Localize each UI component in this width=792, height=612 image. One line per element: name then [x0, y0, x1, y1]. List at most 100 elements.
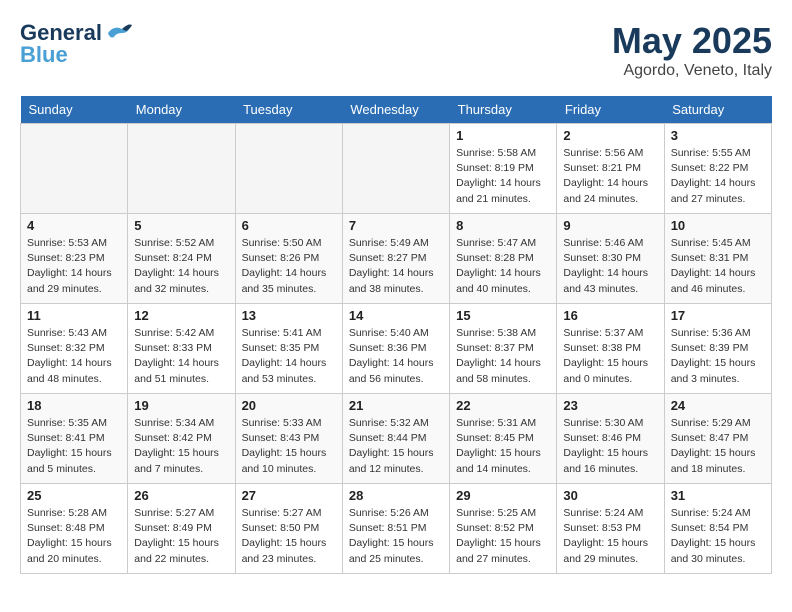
- calendar-cell: 20 Sunrise: 5:33 AM Sunset: 8:43 PM Dayli…: [235, 394, 342, 484]
- day-number: 6: [242, 218, 336, 233]
- day-info: Sunrise: 5:31 AM Sunset: 8:45 PM Dayligh…: [456, 416, 550, 477]
- day-number: 15: [456, 308, 550, 323]
- calendar-cell: 25 Sunrise: 5:28 AM Sunset: 8:48 PM Dayli…: [21, 484, 128, 574]
- day-number: 25: [27, 488, 121, 503]
- calendar-row-1: 4Sunrise: 5:53 AM Sunset: 8:23 PM Daylig…: [21, 214, 772, 304]
- calendar-cell: 24Sunrise: 5:29 AM Sunset: 8:47 PM Dayli…: [664, 394, 771, 484]
- day-number: 7: [349, 218, 443, 233]
- day-info: Sunrise: 5:58 AM Sunset: 8:19 PM Dayligh…: [456, 146, 550, 207]
- day-info: Sunrise: 5:42 AM Sunset: 8:33 PM Dayligh…: [134, 326, 228, 387]
- day-number: 16: [563, 308, 657, 323]
- calendar-cell: 15 Sunrise: 5:38 AM Sunset: 8:37 PM Dayli…: [450, 304, 557, 394]
- weekday-header-sunday: Sunday: [21, 96, 128, 124]
- day-number: 9: [563, 218, 657, 233]
- calendar-row-4: 25 Sunrise: 5:28 AM Sunset: 8:48 PM Dayli…: [21, 484, 772, 574]
- calendar-cell: 23Sunrise: 5:30 AM Sunset: 8:46 PM Dayli…: [557, 394, 664, 484]
- day-number: 20: [242, 398, 336, 413]
- weekday-header-monday: Monday: [128, 96, 235, 124]
- day-number: 28: [349, 488, 443, 503]
- day-info: Sunrise: 5:55 AM Sunset: 8:22 PM Dayligh…: [671, 146, 765, 207]
- day-info: Sunrise: 5:32 AM Sunset: 8:44 PM Dayligh…: [349, 416, 443, 477]
- calendar-cell: 22 Sunrise: 5:31 AM Sunset: 8:45 PM Dayli…: [450, 394, 557, 484]
- day-number: 11: [27, 308, 121, 323]
- day-number: 1: [456, 128, 550, 143]
- day-info: Sunrise: 5:53 AM Sunset: 8:23 PM Dayligh…: [27, 236, 121, 297]
- calendar-cell: 2 Sunrise: 5:56 AM Sunset: 8:21 PM Daylig…: [557, 124, 664, 214]
- day-number: 26: [134, 488, 228, 503]
- calendar-cell: 27 Sunrise: 5:27 AM Sunset: 8:50 PM Dayli…: [235, 484, 342, 574]
- calendar-cell: 18 Sunrise: 5:35 AM Sunset: 8:41 PM Dayli…: [21, 394, 128, 484]
- calendar-cell: 30 Sunrise: 5:24 AM Sunset: 8:53 PM Dayli…: [557, 484, 664, 574]
- weekday-header-thursday: Thursday: [450, 96, 557, 124]
- day-number: 29: [456, 488, 550, 503]
- day-info: Sunrise: 5:24 AM Sunset: 8:54 PM Dayligh…: [671, 506, 765, 567]
- day-number: 17: [671, 308, 765, 323]
- day-number: 3: [671, 128, 765, 143]
- title-block: May 2025 Agordo, Veneto, Italy: [612, 20, 772, 80]
- weekday-header-saturday: Saturday: [664, 96, 771, 124]
- day-number: 8: [456, 218, 550, 233]
- day-number: 10: [671, 218, 765, 233]
- calendar-cell: 8 Sunrise: 5:47 AM Sunset: 8:28 PM Daylig…: [450, 214, 557, 304]
- day-number: 13: [242, 308, 336, 323]
- day-info: Sunrise: 5:40 AM Sunset: 8:36 PM Dayligh…: [349, 326, 443, 387]
- day-info: Sunrise: 5:56 AM Sunset: 8:21 PM Dayligh…: [563, 146, 657, 207]
- day-number: 27: [242, 488, 336, 503]
- calendar-cell: 13 Sunrise: 5:41 AM Sunset: 8:35 PM Dayli…: [235, 304, 342, 394]
- day-number: 31: [671, 488, 765, 503]
- calendar-row-0: 1 Sunrise: 5:58 AM Sunset: 8:19 PM Daylig…: [21, 124, 772, 214]
- day-number: 30: [563, 488, 657, 503]
- day-number: 21: [349, 398, 443, 413]
- day-info: Sunrise: 5:52 AM Sunset: 8:24 PM Dayligh…: [134, 236, 228, 297]
- logo-bird-icon: [106, 23, 134, 43]
- calendar-cell: 1 Sunrise: 5:58 AM Sunset: 8:19 PM Daylig…: [450, 124, 557, 214]
- calendar-cell: 29 Sunrise: 5:25 AM Sunset: 8:52 PM Dayli…: [450, 484, 557, 574]
- day-number: 14: [349, 308, 443, 323]
- day-info: Sunrise: 5:43 AM Sunset: 8:32 PM Dayligh…: [27, 326, 121, 387]
- day-number: 5: [134, 218, 228, 233]
- logo-general: General: [20, 20, 102, 45]
- day-info: Sunrise: 5:24 AM Sunset: 8:53 PM Dayligh…: [563, 506, 657, 567]
- day-number: 12: [134, 308, 228, 323]
- calendar-cell: [128, 124, 235, 214]
- calendar-table: SundayMondayTuesdayWednesdayThursdayFrid…: [20, 96, 772, 574]
- day-info: Sunrise: 5:30 AM Sunset: 8:46 PM Dayligh…: [563, 416, 657, 477]
- day-info: Sunrise: 5:45 AM Sunset: 8:31 PM Dayligh…: [671, 236, 765, 297]
- calendar-row-2: 11 Sunrise: 5:43 AM Sunset: 8:32 PM Dayli…: [21, 304, 772, 394]
- calendar-cell: 4Sunrise: 5:53 AM Sunset: 8:23 PM Daylig…: [21, 214, 128, 304]
- logo: General Blue: [20, 20, 134, 68]
- month-title: May 2025: [612, 20, 772, 62]
- calendar-header-row: SundayMondayTuesdayWednesdayThursdayFrid…: [21, 96, 772, 124]
- location: Agordo, Veneto, Italy: [612, 62, 772, 80]
- day-info: Sunrise: 5:25 AM Sunset: 8:52 PM Dayligh…: [456, 506, 550, 567]
- day-info: Sunrise: 5:37 AM Sunset: 8:38 PM Dayligh…: [563, 326, 657, 387]
- day-info: Sunrise: 5:34 AM Sunset: 8:42 PM Dayligh…: [134, 416, 228, 477]
- calendar-cell: 10 Sunrise: 5:45 AM Sunset: 8:31 PM Dayli…: [664, 214, 771, 304]
- calendar-cell: [21, 124, 128, 214]
- calendar-cell: 5 Sunrise: 5:52 AM Sunset: 8:24 PM Daylig…: [128, 214, 235, 304]
- calendar-cell: 19 Sunrise: 5:34 AM Sunset: 8:42 PM Dayli…: [128, 394, 235, 484]
- calendar-cell: 21 Sunrise: 5:32 AM Sunset: 8:44 PM Dayli…: [342, 394, 449, 484]
- weekday-header-wednesday: Wednesday: [342, 96, 449, 124]
- calendar-cell: [342, 124, 449, 214]
- day-info: Sunrise: 5:35 AM Sunset: 8:41 PM Dayligh…: [27, 416, 121, 477]
- calendar-cell: 7Sunrise: 5:49 AM Sunset: 8:27 PM Daylig…: [342, 214, 449, 304]
- day-info: Sunrise: 5:36 AM Sunset: 8:39 PM Dayligh…: [671, 326, 765, 387]
- calendar-cell: 26 Sunrise: 5:27 AM Sunset: 8:49 PM Dayli…: [128, 484, 235, 574]
- day-info: Sunrise: 5:47 AM Sunset: 8:28 PM Dayligh…: [456, 236, 550, 297]
- calendar-cell: 12 Sunrise: 5:42 AM Sunset: 8:33 PM Dayli…: [128, 304, 235, 394]
- page-header: General Blue May 2025 Agordo, Veneto, It…: [20, 20, 772, 80]
- day-info: Sunrise: 5:38 AM Sunset: 8:37 PM Dayligh…: [456, 326, 550, 387]
- day-info: Sunrise: 5:28 AM Sunset: 8:48 PM Dayligh…: [27, 506, 121, 567]
- day-info: Sunrise: 5:33 AM Sunset: 8:43 PM Dayligh…: [242, 416, 336, 477]
- day-info: Sunrise: 5:26 AM Sunset: 8:51 PM Dayligh…: [349, 506, 443, 567]
- calendar-cell: 11 Sunrise: 5:43 AM Sunset: 8:32 PM Dayli…: [21, 304, 128, 394]
- day-number: 18: [27, 398, 121, 413]
- day-info: Sunrise: 5:27 AM Sunset: 8:49 PM Dayligh…: [134, 506, 228, 567]
- calendar-cell: 28 Sunrise: 5:26 AM Sunset: 8:51 PM Dayli…: [342, 484, 449, 574]
- day-info: Sunrise: 5:27 AM Sunset: 8:50 PM Dayligh…: [242, 506, 336, 567]
- day-number: 19: [134, 398, 228, 413]
- day-number: 22: [456, 398, 550, 413]
- day-number: 2: [563, 128, 657, 143]
- day-info: Sunrise: 5:41 AM Sunset: 8:35 PM Dayligh…: [242, 326, 336, 387]
